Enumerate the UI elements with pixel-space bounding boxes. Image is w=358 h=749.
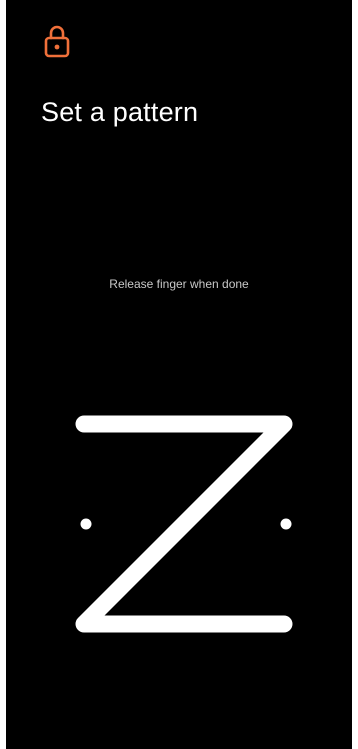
pattern-dot-1[interactable] (79, 419, 89, 429)
pattern-dot-7[interactable] (79, 619, 89, 629)
pattern-dot-8[interactable] (179, 619, 189, 629)
pattern-dot-6[interactable] (280, 518, 292, 530)
pattern-dot-3[interactable] (279, 419, 289, 429)
pattern-dot-2[interactable] (179, 419, 189, 429)
pattern-dot-4[interactable] (80, 518, 92, 530)
pattern-dot-9[interactable] (279, 619, 289, 629)
pattern-dot-5[interactable] (179, 519, 189, 529)
pattern-grid[interactable] (6, 0, 352, 749)
lockscreen-setup-screen: Set a pattern Release finger when done (6, 0, 352, 749)
